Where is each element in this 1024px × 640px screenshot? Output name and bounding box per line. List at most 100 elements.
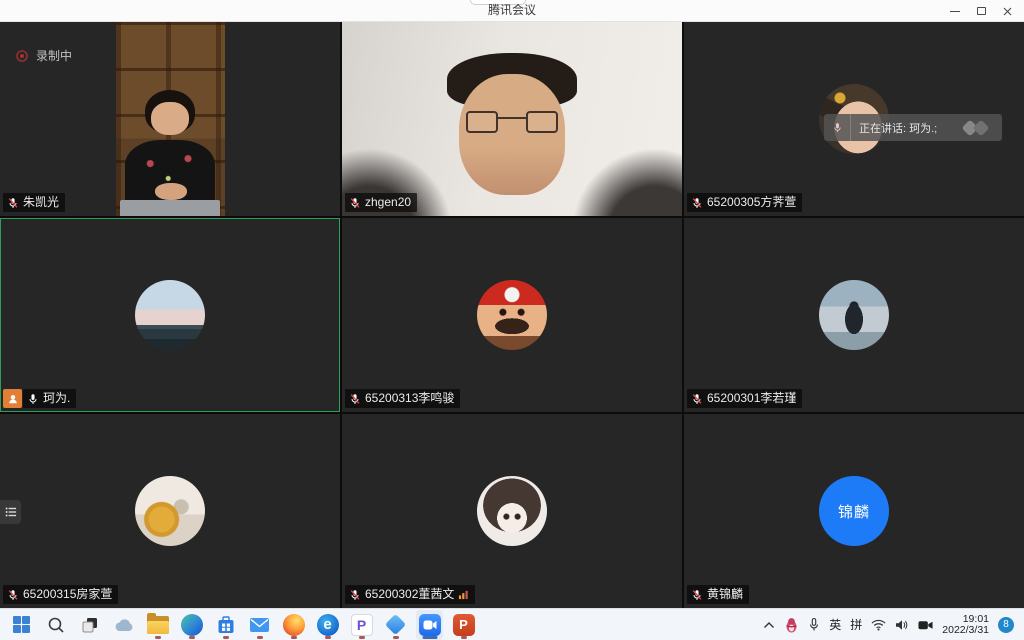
participant-tile-zhukaiguang[interactable]: 录制中 朱凯光	[0, 22, 340, 216]
search-button[interactable]	[42, 610, 69, 640]
speaking-toast-text: 正在讲话: 珂为.;	[851, 120, 945, 136]
tencent-meeting-button[interactable]	[416, 610, 443, 640]
glasses-bridge	[498, 117, 525, 119]
mail-icon	[249, 617, 270, 633]
file-explorer-button[interactable]	[144, 610, 171, 640]
clock-date: 2022/3/31	[942, 625, 989, 636]
participant-name: 65200305方荠萱	[707, 195, 796, 210]
person-icon	[7, 393, 19, 405]
onedrive-cloud-icon	[113, 617, 135, 633]
avatar	[819, 280, 889, 350]
search-icon	[46, 615, 66, 635]
edge-legacy-button[interactable]: e	[314, 610, 341, 640]
participant-name: 珂为.	[43, 391, 70, 406]
video-laptop	[120, 200, 220, 216]
task-view-button[interactable]	[76, 610, 103, 640]
maximize-icon	[977, 7, 986, 15]
task-view-icon	[80, 615, 100, 635]
running-indicator	[393, 636, 399, 639]
tray-expand-chevron-icon[interactable]	[763, 621, 775, 629]
glasses-left-lens	[466, 111, 498, 132]
glasses-right-lens	[526, 111, 558, 132]
running-indicator	[155, 636, 161, 639]
participant-name: 65200302董茜文	[365, 587, 454, 602]
participant-name: 黄锦麟	[707, 587, 743, 602]
microsoft-store-button[interactable]	[212, 610, 239, 640]
participant-tile-fangjiaxuan[interactable]: 65200315房家萱	[0, 414, 340, 608]
store-icon	[216, 615, 236, 635]
system-tray: 英 拼 19:01 2022/3/31 8	[763, 614, 1024, 636]
participant-tile-dongqianwen[interactable]: 65200302董茜文	[342, 414, 682, 608]
avatar	[135, 280, 205, 350]
participant-tile-limingjun[interactable]: 65200313李鸣骏	[342, 218, 682, 412]
avatar-initials: 锦麟	[838, 501, 870, 522]
running-indicator	[223, 636, 229, 639]
running-indicator	[359, 636, 365, 639]
diamond-app-icon	[385, 614, 406, 635]
name-tag: 朱凯光	[3, 193, 65, 212]
edge-legacy-icon: e	[317, 614, 339, 636]
onedrive-button[interactable]	[110, 610, 137, 640]
minimize-button[interactable]	[942, 0, 968, 22]
taskbar-clock[interactable]: 19:01 2022/3/31	[942, 614, 989, 636]
participant-name: 65200313李鸣骏	[365, 391, 454, 406]
mic-muted-icon	[691, 197, 703, 209]
participant-name: 65200301李若瑾	[707, 391, 796, 406]
powerpoint-button[interactable]: P	[450, 610, 477, 640]
start-button[interactable]	[8, 610, 35, 640]
tencent-app-button[interactable]	[382, 610, 409, 640]
maximize-button[interactable]	[968, 0, 994, 22]
participant-tile-fangqixuan[interactable]: 正在讲话: 珂为.; 65200305方荠萱	[684, 22, 1024, 216]
notification-badge[interactable]: 8	[998, 617, 1014, 633]
windows-logo-icon	[13, 616, 30, 633]
speaking-mic-icon	[832, 122, 843, 133]
participant-video	[116, 22, 225, 216]
meeting-logo-watermark	[964, 121, 990, 135]
title-bar: 腾讯会议	[0, 0, 1024, 22]
qq-tray-icon[interactable]	[784, 617, 799, 633]
ime-language-indicator[interactable]: 英	[829, 616, 841, 633]
mic-muted-icon	[7, 589, 19, 601]
edge-icon	[181, 614, 203, 636]
recording-icon	[16, 50, 28, 62]
clock-time: 19:01	[942, 614, 989, 625]
speaking-toast: 正在讲话: 珂为.;	[824, 114, 1002, 141]
host-badge	[3, 389, 22, 408]
mic-muted-icon	[349, 197, 361, 209]
p-app-button[interactable]: P	[348, 610, 375, 640]
close-button[interactable]	[994, 0, 1020, 22]
participant-tile-huangjinlin[interactable]: 锦麟 黄锦麟	[684, 414, 1024, 608]
participant-tile-liruojin[interactable]: 65200301李若瑾	[684, 218, 1024, 412]
running-indicator-active	[422, 636, 437, 639]
weak-network-icon	[458, 589, 469, 600]
avatar: 锦麟	[819, 476, 889, 546]
participant-video	[342, 22, 682, 216]
window-title: 腾讯会议	[0, 0, 1024, 21]
powerpoint-icon: P	[453, 614, 475, 636]
edge-button[interactable]	[178, 610, 205, 640]
video-person-face	[459, 74, 564, 194]
firefox-button[interactable]	[280, 610, 307, 640]
participant-tile-kewei[interactable]: 珂为.	[0, 218, 340, 412]
wifi-icon[interactable]	[871, 619, 886, 631]
name-tag: 65200313李鸣骏	[345, 389, 460, 408]
ime-mode-indicator[interactable]: 拼	[850, 616, 862, 633]
camera-tray-icon[interactable]	[918, 619, 933, 631]
member-list-toggle[interactable]	[0, 500, 21, 524]
microphone-tray-icon[interactable]	[808, 617, 820, 632]
name-tag: 65200302董茜文	[345, 585, 475, 604]
name-tag: 黄锦麟	[687, 585, 749, 604]
volume-icon[interactable]	[895, 619, 909, 631]
avatar	[477, 280, 547, 350]
running-indicator	[291, 636, 297, 639]
name-tag: 65200301李若瑾	[687, 389, 802, 408]
name-tag: 65200305方荠萱	[687, 193, 802, 212]
mic-muted-icon	[7, 197, 19, 209]
participant-tile-zhgen20[interactable]: zhgen20	[342, 22, 682, 216]
participant-name: 65200315房家萱	[23, 587, 112, 602]
running-indicator	[461, 636, 467, 639]
avatar	[135, 476, 205, 546]
firefox-icon	[283, 614, 305, 636]
tencent-meeting-icon	[419, 614, 441, 636]
mail-button[interactable]	[246, 610, 273, 640]
